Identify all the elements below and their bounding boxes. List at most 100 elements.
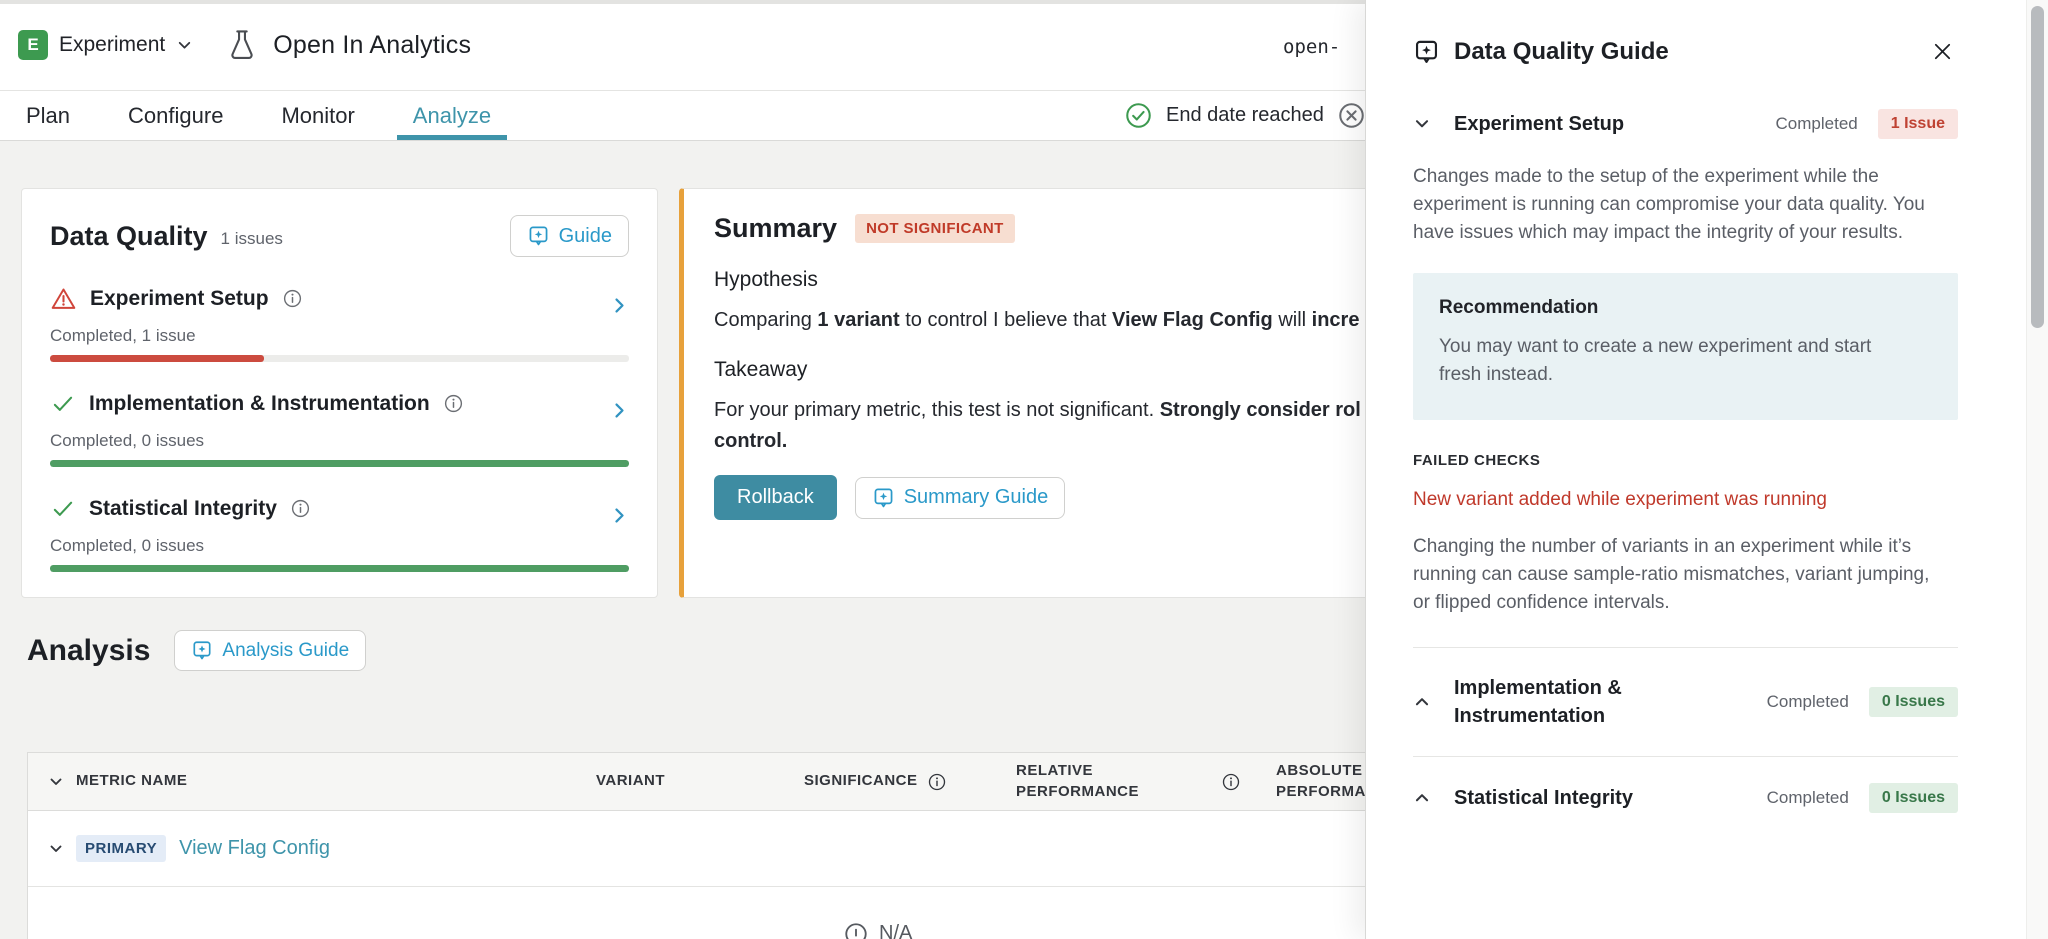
quality-item-status: Completed, 0 issues [50,536,629,556]
summary-guide-button[interactable]: Summary Guide [855,477,1066,519]
warning-triangle-icon [50,286,77,312]
rollback-button[interactable]: Rollback [714,475,837,520]
recommendation-title: Recommendation [1439,297,1932,319]
significance-badge: NOT SIGNIFICANT [855,214,1015,243]
info-icon[interactable] [443,393,464,414]
data-quality-card: Data Quality 1 issues Guide Experiment S… [21,188,658,598]
quality-item-status: Completed, 1 issue [50,326,629,346]
takeaway-text: For your primary metric, this test is no… [714,396,1360,424]
quality-item-name: Statistical Integrity [89,497,277,521]
issue-count-badge: 1 Issue [1878,109,1958,139]
section-status: Completed [1767,788,1849,808]
page-title: Open In Analytics [273,31,471,60]
progress-bar [50,355,629,362]
info-icon[interactable] [1221,772,1276,792]
data-quality-issue-count: 1 issues [221,229,283,249]
scrollbar-track[interactable] [2026,0,2048,939]
section-status: Completed [1767,692,1849,712]
flag-key-text: open- [1283,36,1340,58]
recommendation-text: You may want to create a new experiment … [1439,333,1917,389]
column-header-relative-performance: RELATIVE PERFORMANCE [1016,761,1166,802]
chevron-right-icon [610,401,629,420]
chevron-right-icon [610,296,629,315]
panel-section-name: Statistical Integrity [1454,784,1754,812]
failed-check-link[interactable]: New variant added while experiment was r… [1413,489,1958,511]
failed-check-detail: Changing the number of variants in an ex… [1413,533,1947,617]
recommendation-box: Recommendation You may want to create a … [1413,273,1958,419]
panel-section-implementation[interactable]: Implementation & Instrumentation Complet… [1413,648,1958,757]
panel-title: Data Quality Guide [1454,38,1669,66]
guide-button-label: Guide [559,225,612,248]
column-header-significance: SIGNIFICANCE [804,771,918,791]
summary-guide-label: Summary Guide [904,486,1049,509]
table-header-row: METRIC NAME VARIANT SIGNIFICANCE RELATIV… [28,753,1390,811]
iteration-status: End date reached [1124,91,1366,140]
primary-badge: PRIMARY [76,835,166,862]
progress-bar [50,565,629,572]
issue-count-badge: 0 Issues [1869,687,1958,717]
significance-value: N/A [879,922,912,939]
panel-section-name: Experiment Setup [1454,111,1624,138]
hypothesis-text: Comparing 1 variant to control I believe… [714,306,1360,334]
chevron-up-icon [1413,789,1431,807]
data-quality-guide-panel: Data Quality Guide Experiment Setup Comp… [1365,0,2048,939]
info-icon[interactable] [282,288,303,309]
column-header-variant: VARIANT [596,771,804,791]
section-status: Completed [1776,114,1858,134]
table-row: PRIMARY View Flag Config [28,811,1390,887]
issue-count-badge: 0 Issues [1869,783,1958,813]
data-quality-guide-button[interactable]: Guide [510,215,629,257]
column-header-metric-name: METRIC NAME [76,771,596,791]
scrollbar-thumb[interactable] [2031,6,2044,328]
info-icon[interactable] [927,772,947,792]
quality-item-status: Completed, 0 issues [50,431,629,451]
analysis-guide-button[interactable]: Analysis Guide [174,630,366,671]
close-icon[interactable] [1927,36,1958,67]
status-text: End date reached [1166,104,1324,127]
quality-item-implementation[interactable]: Implementation & Instrumentation Complet… [50,387,629,467]
info-icon[interactable] [290,498,311,519]
expand-all-chevron-icon[interactable] [28,774,76,790]
panel-section-name: Implementation & Instrumentation [1454,674,1690,730]
quality-item-experiment-setup[interactable]: Experiment Setup Completed, 1 issue [50,282,629,362]
experiment-type-dropdown[interactable]: E Experiment [18,30,193,60]
section-description: Changes made to the setup of the experim… [1413,163,1935,247]
tab-configure[interactable]: Configure [128,91,223,140]
chevron-right-icon [610,506,629,525]
table-row: N/A [28,887,1390,939]
analysis-guide-label: Analysis Guide [222,640,349,662]
chevron-down-icon [1413,115,1431,133]
summary-title: Summary [714,213,837,244]
quality-item-name: Implementation & Instrumentation [89,392,430,416]
guide-icon [527,224,550,248]
summary-card: Summary NOT SIGNIFICANT Hypothesis Compa… [679,188,1391,598]
check-icon [50,496,76,522]
progress-bar [50,460,629,467]
failed-checks-label: FAILED CHECKS [1413,452,1958,469]
panel-section-statistical-integrity[interactable]: Statistical Integrity Completed 0 Issues [1413,757,1958,839]
hypothesis-heading: Hypothesis [714,268,1360,292]
chevron-down-icon [176,37,193,54]
not-available-icon [843,921,869,939]
metrics-table: METRIC NAME VARIANT SIGNIFICANCE RELATIV… [27,752,1391,939]
chevron-up-icon [1413,693,1431,711]
row-expand-chevron-icon[interactable] [28,841,76,857]
data-quality-title: Data Quality [50,221,208,252]
guide-icon [191,639,213,662]
tab-monitor[interactable]: Monitor [281,91,354,140]
quality-item-name: Experiment Setup [90,287,269,311]
check-icon [50,391,76,417]
guide-icon [1413,38,1440,66]
tab-analyze[interactable]: Analyze [413,91,491,140]
takeaway-text-line2: control. [714,430,1360,453]
check-circle-icon [1124,101,1153,130]
experiment-badge: E [18,30,48,60]
quality-item-statistical-integrity[interactable]: Statistical Integrity Completed, 0 issue… [50,492,629,572]
tab-plan[interactable]: Plan [26,91,70,140]
takeaway-heading: Takeaway [714,358,1360,382]
metric-name-link[interactable]: View Flag Config [179,837,330,860]
app-window: E Experiment Open In Analytics open- Pla… [0,0,2048,939]
panel-section-experiment-setup[interactable]: Experiment Setup Completed 1 Issue [1413,109,1958,139]
experiment-type-label: Experiment [59,33,165,57]
dismiss-circle-x-icon[interactable] [1337,101,1366,130]
